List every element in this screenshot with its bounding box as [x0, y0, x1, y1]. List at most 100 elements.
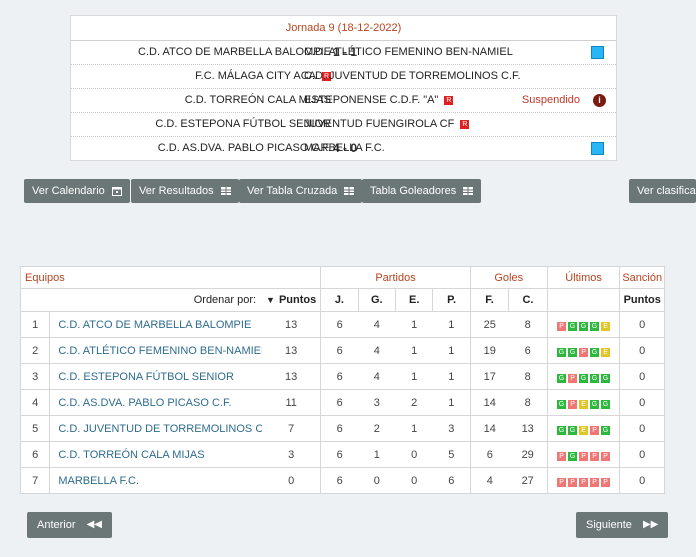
- points: 3: [262, 441, 321, 468]
- drawn: 0: [395, 441, 433, 468]
- position: 7: [19, 467, 50, 494]
- goals-for: 14: [469, 389, 509, 416]
- result-badge: P: [568, 373, 578, 383]
- match-report-icon[interactable]: [591, 142, 604, 155]
- home-team[interactable]: C.D. ATCO DE MARBELLA BALOMPIE: [138, 41, 331, 64]
- result-badge: P: [601, 451, 611, 461]
- red-flag-icon: R: [460, 119, 470, 129]
- position: 1: [19, 311, 50, 338]
- result-badge: G: [579, 373, 589, 383]
- team-name[interactable]: C.D. AS.DVA. PABLO PICASO C.F.: [49, 389, 263, 416]
- won: 4: [358, 363, 396, 390]
- result-badge: G: [557, 373, 567, 383]
- drawn: 1: [395, 337, 433, 364]
- won: 2: [358, 415, 396, 442]
- header-sancion: Sanción: [619, 266, 665, 289]
- lost: 1: [432, 363, 471, 390]
- standings-button[interactable]: Ver clasificac: [629, 179, 696, 203]
- played: 6: [320, 415, 359, 442]
- sanction-points: 0: [619, 363, 665, 390]
- points: 7: [262, 415, 321, 442]
- team-name[interactable]: C.D. ATCO DE MARBELLA BALOMPIE: [49, 311, 263, 338]
- away-team[interactable]: MARBELLA F.C.: [304, 137, 385, 160]
- sanction-points: 0: [619, 441, 665, 468]
- result-badge: G: [557, 399, 567, 409]
- scorers-button[interactable]: Tabla Goleadores: [362, 179, 482, 203]
- info-icon[interactable]: i: [593, 94, 606, 107]
- team-name[interactable]: C.D. JUVENTUD DE TORREMOLINOS C.F.: [49, 415, 263, 442]
- team-name[interactable]: C.D. ATLÉTICO FEMENINO BEN-NAMIEL: [49, 337, 263, 364]
- match-report-icon[interactable]: [591, 46, 604, 59]
- match-row: C.D. TORREÓN CALA MIJAS ESTEPONENSE C.D.F…: [71, 89, 616, 113]
- position: 5: [19, 415, 50, 442]
- goals-against: 8: [508, 389, 548, 416]
- last-results-cell: PGPPP: [546, 441, 620, 468]
- last-results-cell: GGEPG: [546, 415, 620, 442]
- lost: 3: [432, 415, 471, 442]
- result-badge: P: [557, 321, 567, 331]
- result-badge: E: [601, 321, 611, 331]
- result-badge: G: [601, 425, 611, 435]
- lost: 1: [432, 311, 471, 338]
- drawn: 1: [395, 311, 433, 338]
- goals-against: 8: [508, 363, 548, 390]
- red-flag-icon: R: [444, 95, 454, 105]
- won: 1: [358, 441, 396, 468]
- result-badge: G: [568, 451, 578, 461]
- away-team[interactable]: C.D. ATLÉTICO FEMENINO BEN-NAMIEL: [304, 41, 513, 64]
- table-row: 4 C.D. AS.DVA. PABLO PICASO C.F. 11 6 3 2 1 14 8…: [19, 389, 665, 416]
- goals-against: 6: [508, 337, 548, 364]
- goals-against: 27: [508, 467, 548, 494]
- double-chevron-left-icon: ◀◀: [86, 519, 102, 531]
- sanction-points: 0: [619, 467, 665, 494]
- results-button[interactable]: Ver Resultados: [131, 179, 239, 203]
- team-name[interactable]: C.D. ESTEPONA FÚTBOL SENIOR: [49, 363, 263, 390]
- away-team[interactable]: C.D. JUVENTUD DE TORREMOLINOS C.F.: [304, 65, 521, 88]
- drawn: 1: [395, 415, 433, 442]
- team-name[interactable]: C.D. TORREÓN CALA MIJAS: [49, 441, 263, 468]
- previous-button[interactable]: Anterior ◀◀: [27, 512, 112, 538]
- col-p[interactable]: P.: [432, 288, 471, 312]
- header-partidos: Partidos: [320, 266, 471, 289]
- col-j[interactable]: J.: [320, 288, 359, 312]
- match-row: C.D. ESTEPONA FÚTBOL SENIOR JUVENTUD FUEN…: [71, 113, 616, 137]
- won: 4: [358, 311, 396, 338]
- col-puntos: Puntos: [278, 294, 317, 306]
- col-g[interactable]: G.: [357, 288, 397, 312]
- away-team[interactable]: ESTEPONENSE C.D.F. "A" R: [304, 89, 454, 112]
- col-f[interactable]: F.: [469, 288, 510, 312]
- result-badge: P: [568, 477, 578, 487]
- last-results: GGPGE: [557, 347, 611, 357]
- points: 11: [262, 389, 321, 416]
- cross-table-button[interactable]: Ver Tabla Cruzada: [239, 179, 363, 203]
- lost: 5: [432, 441, 471, 468]
- table-row: 1 C.D. ATCO DE MARBELLA BALOMPIE 13 6 4 1 1 25 8…: [19, 311, 665, 338]
- sort-down-icon: ▼: [266, 295, 275, 305]
- result-badge: G: [590, 347, 600, 357]
- played: 6: [320, 389, 359, 416]
- lost: 1: [432, 389, 471, 416]
- sort-points[interactable]: ▼ Puntos: [262, 288, 322, 312]
- result-badge: G: [601, 399, 611, 409]
- col-c[interactable]: C.: [508, 288, 548, 312]
- goals-against: 8: [508, 311, 548, 338]
- result-badge: G: [568, 321, 578, 331]
- table-row: 2 C.D. ATLÉTICO FEMENINO BEN-NAMIEL 13 6 4 1 1…: [19, 337, 665, 364]
- won: 4: [358, 337, 396, 364]
- away-team[interactable]: JUVENTUD FUENGIROLA CF R: [304, 113, 470, 136]
- goals-for: 6: [469, 441, 509, 468]
- col-e[interactable]: E.: [394, 288, 434, 312]
- calendar-button[interactable]: Ver Calendario: [24, 179, 130, 203]
- points: 13: [262, 337, 321, 364]
- round-results-box: Jornada 9 (18-12-2022) C.D. ATCO DE MARB…: [70, 15, 617, 161]
- team-name[interactable]: MARBELLA F.C.: [49, 467, 263, 494]
- result-badge: G: [557, 347, 567, 357]
- table-row: 5 C.D. JUVENTUD DE TORREMOLINOS C.F. 7 6 2 1 3…: [19, 415, 665, 442]
- next-button[interactable]: Siguiente ▶▶: [576, 512, 669, 538]
- result-badge: P: [590, 451, 600, 461]
- col-ultimos: [546, 288, 621, 312]
- result-badge: E: [601, 347, 611, 357]
- double-chevron-right-icon: ▶▶: [642, 519, 659, 531]
- result-badge: E: [579, 399, 589, 409]
- table-row: 3 C.D. ESTEPONA FÚTBOL SENIOR 13 6 4 1 1 17 8 G P G…: [19, 363, 665, 390]
